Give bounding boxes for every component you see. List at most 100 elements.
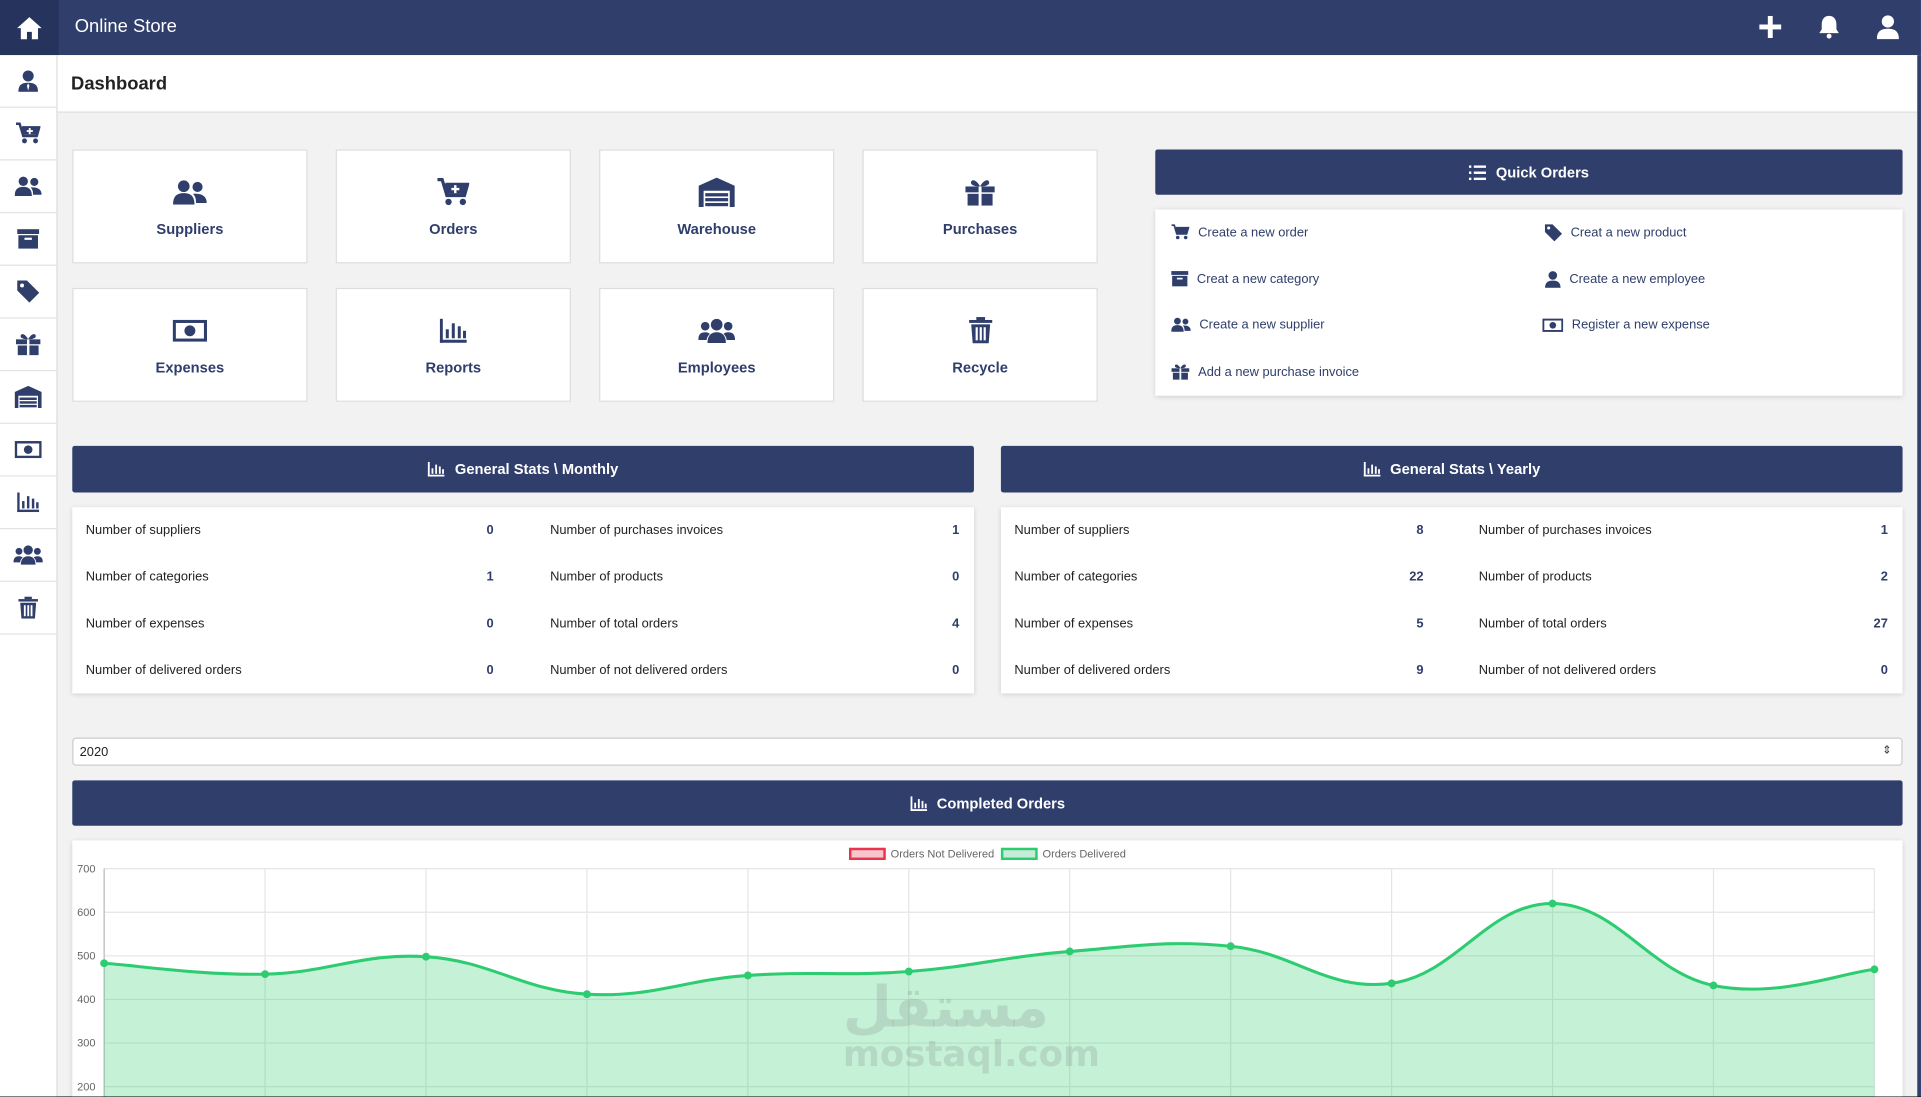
stats-monthly-title: General Stats \ Monthly (454, 460, 619, 478)
tile-label: Orders (429, 219, 478, 238)
stat-label: Number of categories (1014, 569, 1138, 585)
y-tick-label: 200 (77, 1081, 95, 1093)
chart-area-icon (428, 461, 445, 477)
quick-orders-header: Quick Orders (1155, 149, 1903, 195)
bell-icon (1819, 15, 1839, 39)
sidebar-item-recycle[interactable] (0, 582, 57, 635)
data-point[interactable] (1226, 942, 1235, 951)
cart-plus-icon (437, 177, 470, 205)
data-point[interactable] (1870, 965, 1879, 974)
users-icon (173, 179, 207, 204)
y-tick-label: 500 (77, 950, 95, 962)
stat-label: Number of products (1478, 569, 1592, 585)
data-point[interactable] (1065, 947, 1074, 956)
stat-label: Number of suppliers (85, 523, 201, 538)
sidebar-item-categories[interactable] (0, 213, 57, 266)
completed-orders-header: Completed Orders (72, 780, 1903, 826)
money-bill-icon (14, 441, 42, 459)
stat-label: Number of delivered orders (1014, 662, 1171, 678)
page-header: Dashboard (57, 55, 1918, 113)
stat-label: Number of not delivered orders (550, 662, 728, 678)
stats-yearly-header: General Stats \ Yearly (1000, 445, 1903, 493)
chart-bar-icon (17, 492, 40, 513)
sidebar-item-orders[interactable] (0, 108, 57, 161)
right-edge (1917, 55, 1921, 1097)
select-arrows-icon: ⇕ (1882, 743, 1892, 756)
gift-icon (15, 334, 41, 356)
notifications-button[interactable] (1816, 13, 1843, 40)
data-point[interactable] (743, 971, 752, 980)
tile-suppliers[interactable]: Suppliers (72, 149, 308, 264)
stat-value: 0 (486, 662, 494, 678)
tile-employees[interactable]: Employees (599, 287, 835, 402)
home-button[interactable] (0, 0, 59, 56)
quick-order-label: Creat a new product (1570, 225, 1687, 241)
data-point[interactable] (261, 970, 269, 979)
sidebar-item-expenses[interactable] (0, 424, 57, 477)
add-button[interactable] (1757, 13, 1784, 40)
quick-order-new-expense[interactable]: Register a new expense (1542, 317, 1710, 332)
sidebar (0, 55, 58, 1097)
stat-value: 0 (952, 662, 960, 678)
tile-purchases[interactable]: Purchases (862, 149, 1098, 264)
quick-order-new-supplier[interactable]: Create a new supplier (1171, 317, 1325, 333)
data-point[interactable] (422, 952, 430, 961)
stat-label: Number of products (550, 569, 664, 585)
tile-reports[interactable]: Reports (335, 287, 571, 402)
sidebar-item-reports[interactable] (0, 477, 57, 530)
archive-icon (17, 229, 40, 249)
data-point[interactable] (1548, 899, 1557, 908)
users-icon (14, 176, 42, 197)
completed-orders-title: Completed Orders (936, 794, 1066, 812)
sidebar-item-employees[interactable] (0, 529, 57, 582)
tile-label: Suppliers (156, 219, 224, 238)
data-point[interactable] (1709, 981, 1718, 990)
user-icon (1545, 271, 1561, 288)
user-menu-button[interactable] (1874, 13, 1901, 40)
data-point[interactable] (1387, 979, 1396, 988)
year-select[interactable]: 2020 ⇕ (72, 737, 1903, 766)
stat-value: 8 (1416, 523, 1424, 538)
tile-orders[interactable]: Orders (335, 149, 571, 264)
money-bill-icon (1542, 318, 1564, 332)
quick-order-new-purchase-invoice[interactable]: Add a new purchase invoice (1171, 364, 1359, 380)
list-icon (1468, 164, 1487, 180)
sidebar-item-purchases[interactable] (0, 319, 57, 372)
sidebar-item-suppliers[interactable] (0, 160, 57, 214)
sidebar-item-warehouse[interactable] (0, 371, 57, 424)
tile-expenses[interactable]: Expenses (72, 287, 308, 402)
tile-label: Expenses (155, 358, 225, 376)
users-icon (1171, 317, 1191, 332)
quick-order-new-product[interactable]: Creat a new product (1544, 224, 1687, 242)
trash-icon (18, 596, 38, 619)
money-bill-icon (172, 319, 208, 342)
archive-icon (1171, 271, 1189, 287)
stat-value: 9 (1416, 662, 1424, 678)
cart-plus-icon (1171, 224, 1190, 240)
y-tick-label: 300 (77, 1038, 95, 1050)
quick-order-new-order[interactable]: Create a new order (1171, 224, 1308, 240)
stats-yearly-panel: Number of suppliers 8 Number of purchase… (1000, 507, 1903, 694)
stat-label: Number of purchases invoices (550, 523, 724, 538)
gift-icon (1171, 364, 1190, 380)
y-tick-label: 700 (77, 863, 95, 875)
stat-value: 22 (1409, 569, 1424, 585)
y-tick-label: 400 (77, 994, 95, 1006)
data-point[interactable] (100, 959, 109, 968)
sidebar-item-users[interactable] (0, 55, 57, 108)
tile-recycle[interactable]: Recycle (862, 287, 1098, 402)
sidebar-item-products[interactable] (0, 266, 57, 319)
page-title: Dashboard (71, 73, 168, 95)
stat-label: Number of purchases invoices (1478, 523, 1652, 538)
stat-label: Number of suppliers (1014, 523, 1130, 538)
tile-label: Recycle (952, 358, 1008, 376)
quick-order-label: Add a new purchase invoice (1198, 364, 1360, 380)
data-point[interactable] (583, 990, 591, 999)
tile-warehouse[interactable]: Warehouse (599, 149, 835, 264)
chart-area-icon (910, 795, 927, 811)
quick-order-new-employee[interactable]: Create a new employee (1545, 271, 1705, 288)
quick-order-new-category[interactable]: Creat a new category (1171, 271, 1319, 287)
quick-order-label: Create a new supplier (1199, 317, 1325, 333)
user-tie-icon (18, 70, 38, 92)
stats-monthly-header: General Stats \ Monthly (72, 445, 974, 493)
